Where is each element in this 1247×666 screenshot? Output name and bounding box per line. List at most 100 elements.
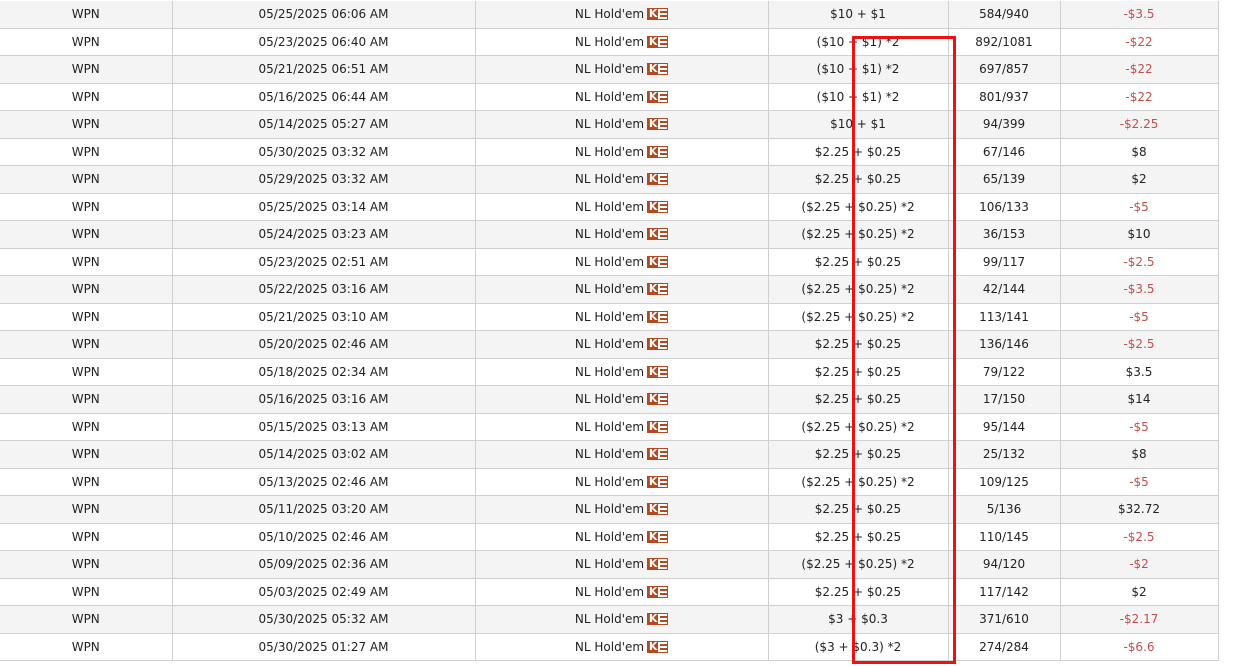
game-name: NL Hold'em: [574, 419, 645, 434]
game-cell: NL Hold'em K: [475, 248, 769, 276]
date-cell: 05/11/2025 03:20 AM: [172, 495, 476, 524]
buyin-cell: $2.25 + $0.25: [768, 523, 949, 551]
network-cell: WPN: [0, 523, 173, 551]
ko-badge-icon: K: [647, 557, 669, 571]
position-cell: 5/136: [948, 495, 1061, 524]
result-cell: $14: [1060, 385, 1219, 414]
ko-badge-icon: K: [647, 640, 669, 653]
date-cell: 05/14/2025 03:02 AM: [172, 440, 476, 469]
buyin-cell: $2.25 + $0.25: [768, 248, 949, 276]
buyin-cell: ($3 + $0.3) *2: [768, 633, 949, 661]
position-cell: 17/150: [948, 385, 1061, 414]
date-cell: 05/24/2025 03:23 AM: [172, 220, 476, 249]
buyin-cell: ($2.25 + $0.25) *2: [768, 303, 949, 331]
position-cell: 65/139: [948, 165, 1061, 194]
table-row: WPN 05/21/2025 03:10 AM NL Hold'em K ($2.25 …: [0, 303, 1219, 331]
buyin-cell: $2.25 + $0.25: [768, 165, 949, 194]
position-cell: 94/399: [948, 110, 1061, 139]
table-row: WPN 05/20/2025 02:46 AM NL Hold'em K $2.25 +…: [0, 330, 1219, 359]
date-cell: 05/29/2025 03:32 AM: [172, 165, 476, 194]
game-name: NL Hold'em: [574, 557, 645, 572]
position-cell: 99/117: [948, 248, 1061, 276]
buyin-cell: $2.25 + $0.25: [768, 578, 949, 606]
table-row: WPN 05/16/2025 06:44 AM NL Hold'em K ($10 + …: [0, 83, 1219, 111]
network-cell: WPN: [0, 275, 173, 304]
ko-badge-icon: K: [647, 35, 669, 48]
date-cell: 05/15/2025 03:13 AM: [172, 413, 476, 441]
date-cell: 05/30/2025 05:32 AM: [172, 605, 476, 634]
buyin-cell: $2.25 + $0.25: [768, 358, 949, 386]
game-cell: NL Hold'em K: [475, 138, 769, 166]
ko-badge-icon: K: [647, 530, 669, 543]
result-cell: $2: [1060, 165, 1219, 194]
date-cell: 05/30/2025 01:27 AM: [172, 633, 476, 661]
game-name: NL Hold'em: [574, 282, 645, 297]
buyin-cell: $2.25 + $0.25: [768, 385, 949, 414]
network-cell: WPN: [0, 385, 173, 414]
result-cell: -$2: [1060, 550, 1219, 579]
buyin-cell: ($2.25 + $0.25) *2: [768, 193, 949, 221]
table-row: WPN 05/22/2025 03:16 AM NL Hold'em K ($2.25 …: [0, 275, 1219, 304]
table-row: WPN 05/14/2025 05:27 AM NL Hold'em K $10 + $…: [0, 110, 1219, 139]
table-row: WPN 05/03/2025 02:49 AM NL Hold'em K $2.25 +…: [0, 578, 1219, 606]
network-cell: WPN: [0, 110, 173, 139]
result-cell: $8: [1060, 138, 1219, 166]
position-cell: 25/132: [948, 440, 1061, 469]
date-cell: 05/14/2025 05:27 AM: [172, 110, 476, 139]
game-name: NL Hold'em: [574, 392, 645, 407]
buyin-cell: ($2.25 + $0.25) *2: [768, 468, 949, 496]
table-row: WPN 05/25/2025 06:06 AM NL Hold'em K $10 + $…: [0, 1, 1219, 29]
ko-badge-icon: K: [647, 282, 669, 296]
result-cell: -$22: [1060, 28, 1219, 56]
game-name: NL Hold'em: [574, 529, 645, 544]
network-cell: WPN: [0, 138, 173, 166]
result-cell: -$2.25: [1060, 110, 1219, 139]
table-row: WPN 05/23/2025 02:51 AM NL Hold'em K $2.25 +…: [0, 248, 1219, 276]
table-row: WPN 05/30/2025 03:32 AM NL Hold'em K $2.25 +…: [0, 138, 1219, 166]
ko-badge-icon: K: [647, 447, 669, 461]
position-cell: 117/142: [948, 578, 1061, 606]
game-cell: NL Hold'em K: [475, 28, 769, 56]
game-cell: NL Hold'em K: [475, 55, 769, 84]
game-cell: NL Hold'em K: [475, 83, 769, 111]
ko-badge-icon: K: [647, 117, 669, 131]
game-cell: NL Hold'em K: [475, 193, 769, 221]
table-row: WPN 05/13/2025 02:46 AM NL Hold'em K ($2.25 …: [0, 468, 1219, 496]
network-cell: WPN: [0, 1, 173, 29]
position-cell: 584/940: [948, 1, 1061, 29]
date-cell: 05/10/2025 02:46 AM: [172, 523, 476, 551]
game-name: NL Hold'em: [574, 612, 645, 627]
network-cell: WPN: [0, 440, 173, 469]
date-cell: 05/03/2025 02:49 AM: [172, 578, 476, 606]
game-name: NL Hold'em: [574, 639, 645, 654]
position-cell: 274/284: [948, 633, 1061, 661]
game-cell: NL Hold'em K: [475, 633, 769, 661]
network-cell: WPN: [0, 633, 173, 661]
buyin-cell: $3 + $0.3: [768, 605, 949, 634]
table-row: WPN 05/30/2025 01:27 AM NL Hold'em K ($3 + $…: [0, 633, 1219, 661]
result-cell: -$3.5: [1060, 1, 1219, 29]
buyin-cell: ($10 + $1) *2: [768, 55, 949, 84]
table-row: WPN 05/11/2025 03:20 AM NL Hold'em K $2.25 +…: [0, 495, 1219, 524]
table-row: WPN 05/24/2025 03:23 AM NL Hold'em K ($2.25 …: [0, 220, 1219, 249]
result-cell: -$2.5: [1060, 523, 1219, 551]
position-cell: 67/146: [948, 138, 1061, 166]
date-cell: 05/25/2025 03:14 AM: [172, 193, 476, 221]
game-name: NL Hold'em: [574, 502, 645, 517]
date-cell: 05/16/2025 06:44 AM: [172, 83, 476, 111]
game-name: NL Hold'em: [574, 117, 645, 132]
network-cell: WPN: [0, 55, 173, 84]
result-cell: -$5: [1060, 468, 1219, 496]
position-cell: 136/146: [948, 330, 1061, 359]
network-cell: WPN: [0, 83, 173, 111]
network-cell: WPN: [0, 248, 173, 276]
result-cell: -$22: [1060, 83, 1219, 111]
date-cell: 05/23/2025 06:40 AM: [172, 28, 476, 56]
position-cell: 113/141: [948, 303, 1061, 331]
network-cell: WPN: [0, 578, 173, 606]
network-cell: WPN: [0, 330, 173, 359]
ko-badge-icon: K: [647, 365, 669, 378]
result-cell: -$5: [1060, 193, 1219, 221]
buyin-cell: $2.25 + $0.25: [768, 440, 949, 469]
position-cell: 109/125: [948, 468, 1061, 496]
